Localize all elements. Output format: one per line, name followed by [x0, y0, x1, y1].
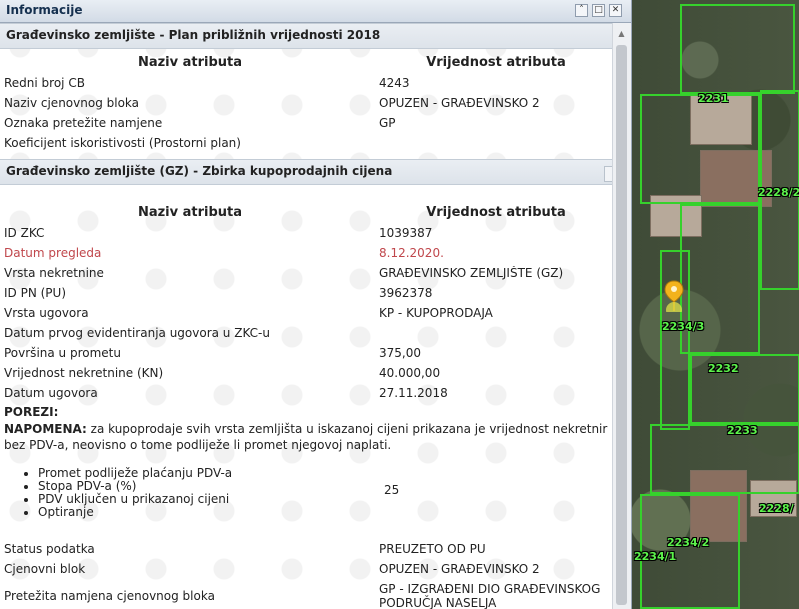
napomena-note-line2: bez PDV-a, neovisno o tome podliježe li …	[4, 438, 392, 452]
parcel-label: 2228/2	[758, 186, 799, 199]
maximize-icon[interactable]: □	[592, 4, 605, 17]
napomena-note: NAPOMENA: za kupoprodaje svih vrsta zeml…	[0, 421, 612, 437]
attribute-row: Vrsta ugovora KP - KUPOPRODAJA	[0, 303, 612, 323]
parcel-boundary[interactable]	[690, 354, 799, 424]
parcel-label: 2234/1	[634, 550, 677, 563]
attribute-row: ID PN (PU) 3962378	[0, 283, 612, 303]
attribute-name: Datum ugovora	[4, 386, 98, 400]
attribute-name: Cjenovni blok	[4, 562, 86, 576]
attribute-name: Datum pregleda	[4, 246, 102, 260]
attribute-value: 375,00	[379, 346, 421, 360]
attribute-name: ID ZKC	[4, 226, 45, 240]
attribute-name: Vrsta ugovora	[4, 306, 89, 320]
vat-list-item: Optiranje	[38, 506, 612, 519]
collapse-icon[interactable]: ˄	[575, 4, 588, 17]
attribute-value: PREUZETO OD PU	[379, 542, 486, 556]
attribute-name: Oznaka pretežite namjene	[4, 116, 163, 130]
vat-list: Promet podliježe plaćanju PDV-a Stopa PD…	[0, 467, 612, 539]
vat-rate-value: 25	[384, 483, 400, 497]
attribute-name: Pretežita namjena cjenovnog bloka	[4, 589, 215, 603]
attribute-row: Oznaka pretežite namjene GP	[0, 113, 612, 133]
section-header[interactable]: Građevinsko zemljište - Plan približnih …	[0, 23, 612, 49]
attribute-table-header: Naziv atributa Vrijednost atributa	[0, 55, 612, 73]
attribute-value: 4243	[379, 76, 410, 90]
panel-content: Građevinsko zemljište - Plan približnih …	[0, 23, 612, 609]
attribute-row: ID ZKC 1039387	[0, 223, 612, 243]
attribute-value: OPUZEN - GRAĐEVINSKO 2	[379, 96, 540, 110]
panel-title: Informacije	[6, 3, 83, 17]
column-header-value: Vrijednost atributa	[426, 55, 566, 70]
parcel-boundary[interactable]	[680, 4, 795, 94]
attribute-name: Status podatka	[4, 542, 95, 556]
attribute-row: Površina u prometu 375,00	[0, 343, 612, 363]
attribute-name: Površina u prometu	[4, 346, 121, 360]
vertical-scrollbar[interactable]: ▲	[612, 23, 631, 609]
section-header[interactable]: Građevinsko zemljište (GZ) - Zbirka kupo…	[0, 159, 612, 185]
parcel-boundary[interactable]	[640, 94, 760, 204]
parcel-label: 2233	[727, 424, 758, 437]
attribute-row: Datum ugovora 27.11.2018	[0, 383, 612, 403]
attribute-row: Koeficijent iskoristivosti (Prostorni pl…	[0, 133, 612, 153]
attribute-value: 40.000,00	[379, 366, 441, 380]
close-icon[interactable]: ✕	[609, 4, 622, 17]
parcel-label: 2231	[698, 92, 729, 105]
attribute-value: 1039387	[379, 226, 433, 240]
attribute-value: 3962378	[379, 286, 433, 300]
attribute-name: Datum prvog evidentiranja ugovora u ZKC-…	[4, 326, 270, 340]
column-header-value: Vrijednost atributa	[426, 205, 566, 220]
attribute-name: Vrsta nekretnine	[4, 266, 104, 280]
column-header-name: Naziv atributa	[137, 205, 243, 220]
parcel-label: 2232	[708, 362, 739, 375]
parcel-label: 2234/3	[662, 320, 705, 333]
vat-list-item: PDV uključen u prikazanoj cijeni	[38, 493, 612, 506]
info-panel: Informacije ˄ □ ✕ Građevinsko zemljište …	[0, 0, 632, 609]
attribute-value: GP	[379, 116, 396, 130]
attribute-value: 8.12.2020.	[379, 246, 444, 260]
attribute-row: Datum pregleda 8.12.2020.	[0, 243, 612, 263]
parcel-boundary[interactable]	[650, 424, 799, 494]
column-header-name: Naziv atributa	[137, 55, 243, 70]
attribute-row: Vrijednost nekretnine (KN) 40.000,00	[0, 363, 612, 383]
attribute-name: Vrijednost nekretnine (KN)	[4, 366, 164, 380]
attribute-name: ID PN (PU)	[4, 286, 67, 300]
napomena-label: NAPOMENA:	[4, 422, 87, 436]
attribute-row: Redni broj CB 4243	[0, 73, 612, 93]
attribute-row: Pretežita namjena cjenovnog bloka GP - I…	[0, 579, 612, 609]
porezi-heading: POREZI:	[4, 405, 59, 419]
location-marker-icon[interactable]	[664, 280, 684, 312]
attribute-row: Status podatka PREUZETO OD PU	[0, 539, 612, 559]
attribute-value: 27.11.2018	[379, 386, 448, 400]
attribute-row: Datum prvog evidentiranja ugovora u ZKC-…	[0, 323, 612, 343]
attribute-name: Koeficijent iskoristivosti (Prostorni pl…	[4, 136, 241, 150]
attribute-value: KP - KUPOPRODAJA	[379, 306, 493, 320]
attribute-value: GP - IZGRAĐENI DIO GRAĐEVINSKOG PODRUČJA…	[379, 582, 601, 609]
parcel-label: 2228/	[759, 502, 794, 515]
parcel-boundary[interactable]	[660, 250, 690, 430]
attribute-value: OPUZEN - GRAĐEVINSKO 2	[379, 562, 540, 576]
attribute-row: Vrsta nekretnine GRAĐEVINSKO ZEMLJIŠTE (…	[0, 263, 612, 283]
attribute-row: Naziv cjenovnog bloka OPUZEN - GRAĐEVINS…	[0, 93, 612, 113]
scroll-up-icon[interactable]: ▲	[615, 29, 628, 41]
attribute-name: Naziv cjenovnog bloka	[4, 96, 140, 110]
attribute-row: Cjenovni blok OPUZEN - GRAĐEVINSKO 2	[0, 559, 612, 579]
section-toggle[interactable]	[604, 166, 612, 182]
napomena-text: za kupoprodaje svih vrsta zemljišta u is…	[86, 422, 608, 436]
section-title: Građevinsko zemljište (GZ) - Zbirka kupo…	[6, 164, 393, 178]
parcel-label: 2234/2	[667, 536, 710, 549]
panel-header: Informacije ˄ □ ✕	[0, 0, 631, 23]
scrollbar-thumb[interactable]	[616, 45, 627, 605]
attribute-value: GRAĐEVINSKO ZEMLJIŠTE (GZ)	[379, 266, 564, 280]
section-title: Građevinsko zemljište - Plan približnih …	[6, 28, 381, 42]
attribute-table-header: Naziv atributa Vrijednost atributa	[0, 205, 612, 223]
attribute-name: Redni broj CB	[4, 76, 85, 90]
